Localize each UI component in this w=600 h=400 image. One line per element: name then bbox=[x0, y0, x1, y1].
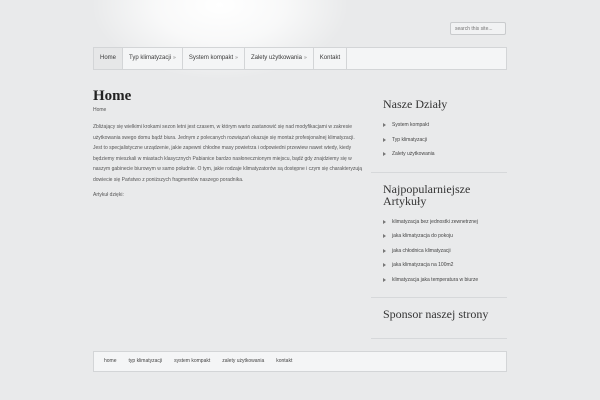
sidebar: Nasze Działy System kompakt Typ klimatyz… bbox=[371, 88, 507, 339]
list-item-label: klimatyzacja jaka temperatura w biurze bbox=[392, 276, 479, 283]
list-item[interactable]: jaka klimatyzacja do pokoju bbox=[383, 229, 507, 244]
list-item[interactable]: Typ klimatyzacji bbox=[383, 133, 507, 148]
page-title: Home bbox=[93, 88, 132, 104]
list-item[interactable]: jaka chłodnica klimatyzacji bbox=[383, 244, 507, 259]
main-content: Home Home Zbliżający się wielkimi krokam… bbox=[93, 88, 363, 206]
nav-item-home[interactable]: Home bbox=[94, 48, 124, 69]
footer-link-kontakt[interactable]: kontakt bbox=[270, 352, 298, 371]
bullet-arrow-icon bbox=[383, 123, 386, 128]
bullet-arrow-icon bbox=[383, 219, 386, 224]
list-item[interactable]: klimatyzacja bez jednostki zewnetrznej bbox=[383, 215, 507, 230]
list-item-label: Zalety użytkowania bbox=[392, 151, 435, 157]
search-input[interactable] bbox=[450, 22, 506, 35]
nav-item-zalety-uzytkowania[interactable]: Zalety użytkowania» bbox=[245, 48, 314, 69]
bullet-arrow-icon bbox=[383, 152, 386, 157]
nav-item-typ-klimatyzacji[interactable]: Typ klimatyzacji» bbox=[123, 48, 183, 69]
widget-title: Najpopularniejsze Artykuły bbox=[383, 181, 471, 208]
bullet-arrow-icon bbox=[383, 277, 386, 282]
footer-nav: home typ klimatyzacji system kompakt zal… bbox=[93, 351, 507, 372]
list-item[interactable]: klimatyzacja jaka temperatura w biurze bbox=[383, 273, 507, 288]
bullet-arrow-icon bbox=[383, 234, 386, 239]
nav-item-label: Zalety użytkowania bbox=[250, 55, 302, 61]
nav-item-label: Home bbox=[100, 55, 117, 61]
nav-item-system-kompakt[interactable]: System kompakt» bbox=[183, 48, 245, 69]
bullet-arrow-icon bbox=[383, 137, 386, 142]
widget-title: Sponsor naszej strony bbox=[383, 307, 489, 321]
list-item[interactable]: Zalety użytkowania bbox=[383, 147, 507, 162]
list-item-label: jaka chłodnica klimatyzacji bbox=[392, 247, 451, 254]
widget-list: klimatyzacja bez jednostki zewnetrznej j… bbox=[383, 215, 507, 288]
nav-item-label: System kompakt bbox=[188, 55, 234, 61]
footer-link-system-kompakt[interactable]: system kompakt bbox=[168, 352, 216, 371]
breadcrumb: Home bbox=[93, 107, 107, 113]
widget-list: System kompakt Typ klimatyzacji Zalety u… bbox=[383, 118, 507, 162]
main-nav: Home Typ klimatyzacji» System kompakt» Z… bbox=[93, 47, 507, 70]
list-item-label: jaka klimatyzacja na 100m2 bbox=[392, 262, 454, 268]
submenu-arrow-icon: » bbox=[303, 55, 307, 61]
footer-link-zalety-uzytkowania[interactable]: zalety użytkowania bbox=[216, 352, 270, 371]
bullet-arrow-icon bbox=[383, 248, 386, 253]
nav-item-label: Kontakt bbox=[319, 55, 341, 61]
footer-link-typ-klimatyzacji[interactable]: typ klimatyzacji bbox=[123, 352, 169, 371]
article-body: Zbliżający się wielkimi krokami sezon le… bbox=[93, 122, 363, 201]
widget-title: Nasze Działy bbox=[383, 97, 448, 111]
list-item-label: klimatyzacja bez jednostki zewnetrznej bbox=[392, 218, 478, 225]
bullet-arrow-icon bbox=[383, 263, 386, 268]
list-item[interactable]: System kompakt bbox=[383, 118, 507, 133]
list-item-label: jaka klimatyzacja do pokoju bbox=[392, 233, 453, 239]
footer-link-home[interactable]: home bbox=[98, 352, 123, 371]
widget-nasze-dzialy: Nasze Działy System kompakt Typ klimatyz… bbox=[371, 88, 507, 173]
list-item-label: System kompakt bbox=[392, 122, 429, 128]
nav-item-kontakt[interactable]: Kontakt bbox=[314, 48, 348, 69]
submenu-arrow-icon: » bbox=[173, 55, 176, 61]
list-item[interactable]: jaka klimatyzacja na 100m2 bbox=[383, 258, 507, 273]
list-item-label: Typ klimatyzacji bbox=[392, 136, 428, 143]
article-paragraph: Artykuł dzięki: bbox=[93, 192, 124, 198]
widget-najpopularniejsze-artykuly: Najpopularniejsze Artykuły klimatyzacja … bbox=[371, 173, 507, 298]
widget-sponsor: Sponsor naszej strony bbox=[371, 298, 507, 339]
article-paragraph: Zbliżający się wielkimi krokami sezon le… bbox=[93, 124, 363, 183]
submenu-arrow-icon: » bbox=[235, 55, 238, 61]
nav-item-label: Typ klimatyzacji bbox=[129, 55, 172, 61]
